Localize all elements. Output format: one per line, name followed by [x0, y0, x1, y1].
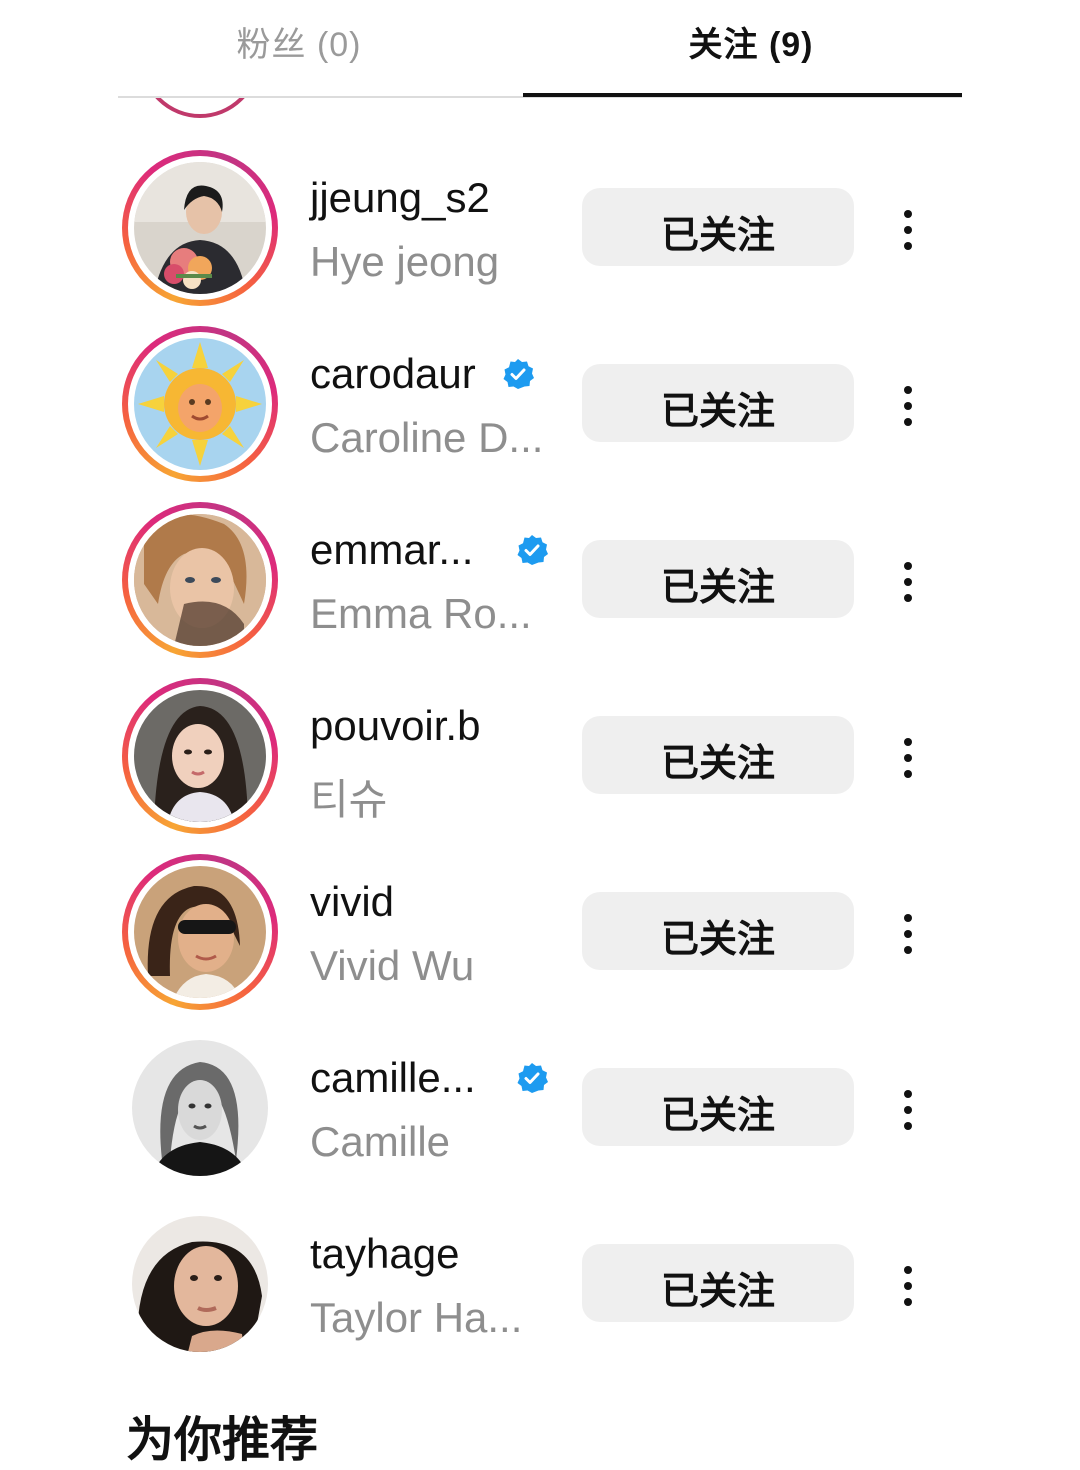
following-button[interactable]: 已关注 [582, 188, 854, 266]
full-name: Vivid Wu [310, 942, 475, 989]
more-vertical-icon[interactable] [892, 1262, 924, 1310]
more-vertical-icon[interactable] [892, 1086, 924, 1134]
avatar[interactable] [122, 854, 278, 1010]
more-vertical-icon[interactable] [892, 206, 924, 254]
avatar[interactable] [122, 326, 278, 482]
list-item[interactable]: tayhage Taylor Ha... 已关注 [0, 1206, 1080, 1382]
username[interactable]: carodaur [310, 350, 476, 398]
username[interactable]: vivid [310, 878, 394, 926]
avatar[interactable] [122, 1206, 278, 1362]
avatar-photo [134, 690, 266, 822]
full-name: Camille [310, 1118, 451, 1165]
username[interactable]: emmar... [310, 526, 473, 574]
avatar[interactable] [122, 1030, 278, 1186]
full-name: Caroline D... [310, 414, 544, 461]
username[interactable]: camille... [310, 1054, 476, 1102]
avatar [140, 98, 260, 118]
list-item[interactable]: vivid Vivid Wu 已关注 [0, 854, 1080, 1030]
username[interactable]: pouvoir.b [310, 702, 480, 750]
verified-badge-icon [503, 359, 534, 389]
partial-list-item [0, 98, 1080, 124]
full-name: Hye jeong [310, 238, 500, 285]
list-item[interactable]: emmar... Emma Ro... 已关注 [0, 502, 1080, 678]
list-item[interactable]: carodaur Caroline D... 已关注 [0, 326, 1080, 502]
list-item[interactable]: camille... Camille 已关注 [0, 1030, 1080, 1206]
following-button[interactable]: 已关注 [582, 364, 854, 442]
username[interactable]: tayhage [310, 1230, 459, 1278]
more-vertical-icon[interactable] [892, 382, 924, 430]
full-name: 티슈 [310, 776, 388, 823]
avatar[interactable] [122, 678, 278, 834]
following-button[interactable]: 已关注 [582, 1068, 854, 1146]
suggested-section-title: 为你推荐 [126, 1412, 319, 1468]
tab-following[interactable]: 关注 (9) [540, 0, 962, 96]
full-name: Taylor Ha... [310, 1294, 523, 1341]
following-button[interactable]: 已关注 [582, 540, 854, 618]
avatar[interactable] [122, 150, 278, 306]
verified-badge-icon [517, 535, 548, 565]
avatar-photo [132, 1216, 268, 1352]
more-vertical-icon[interactable] [892, 734, 924, 782]
following-button[interactable]: 已关注 [582, 716, 854, 794]
following-button[interactable]: 已关注 [582, 1244, 854, 1322]
more-vertical-icon[interactable] [892, 910, 924, 958]
avatar-photo [134, 866, 266, 998]
avatar-photo [134, 162, 266, 294]
avatar[interactable] [122, 502, 278, 658]
more-vertical-icon[interactable] [892, 558, 924, 606]
avatar-photo [134, 338, 266, 470]
list-item[interactable]: pouvoir.b 티슈 已关注 [0, 678, 1080, 854]
username[interactable]: jjeung_s2 [310, 174, 490, 222]
avatar-photo [132, 1040, 268, 1176]
full-name: Emma Ro... [310, 590, 532, 637]
verified-badge-icon [517, 1063, 548, 1093]
tab-bar: 粉丝 (0) 关注 (9) [118, 0, 962, 98]
avatar-photo [134, 514, 266, 646]
list-item[interactable]: jjeung_s2 Hye jeong 已关注 [0, 150, 1080, 326]
tab-active-indicator [523, 93, 962, 97]
tab-followers[interactable]: 粉丝 (0) [88, 0, 510, 96]
following-button[interactable]: 已关注 [582, 892, 854, 970]
